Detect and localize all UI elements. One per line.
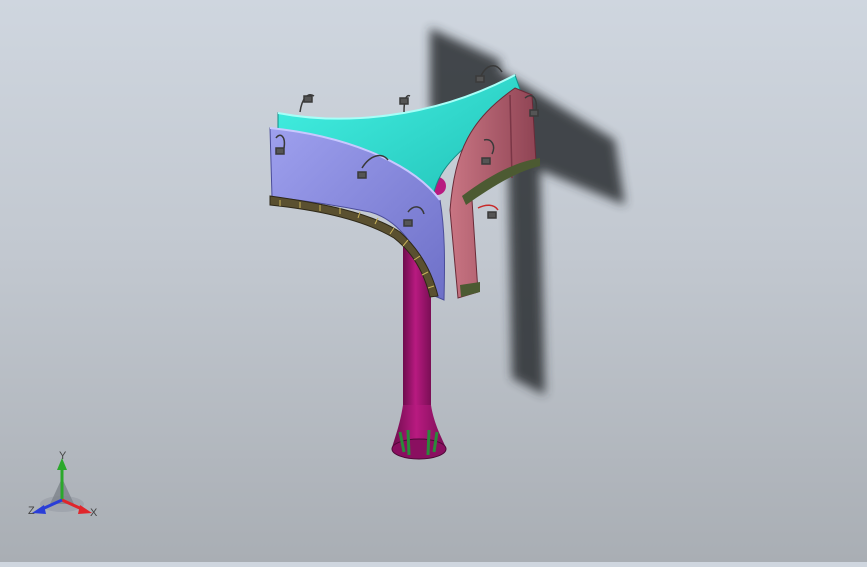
3d-viewport[interactable]	[0, 0, 867, 562]
z-axis-label: Z	[28, 505, 35, 517]
coordinate-triad[interactable]: Y X Z	[22, 448, 106, 528]
x-axis-label: X	[90, 507, 98, 519]
y-axis-label: Y	[59, 450, 67, 462]
